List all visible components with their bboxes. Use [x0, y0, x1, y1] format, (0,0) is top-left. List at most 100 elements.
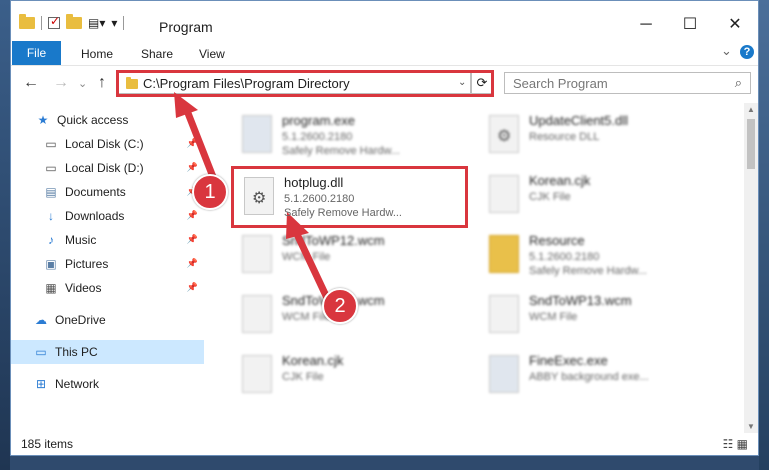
sidebar-item-pictures[interactable]: ▣ Pictures 📌	[43, 252, 204, 276]
back-button[interactable]: ←	[23, 74, 39, 92]
gear-icon: ⚙	[252, 190, 267, 207]
scroll-thumb[interactable]	[747, 119, 755, 169]
file-detail: WCM File	[282, 251, 331, 263]
file-name: Korean.cjk	[282, 353, 344, 368]
file-icon	[489, 175, 519, 213]
sidebar-item-label: Downloads	[65, 209, 125, 223]
search-input[interactable]: Search Program ⌕	[504, 72, 751, 94]
list-item-hotplug-dll[interactable]: ⚙ hotplug.dll 5.1.2600.2180 Safely Remov…	[230, 169, 460, 221]
file-icon	[242, 355, 272, 393]
sidebar-item-local-disk-d[interactable]: ▭ Local Disk (D:) 📌	[43, 156, 204, 180]
file-list: program.exe 5.1.2600.2180 Safely Remove …	[214, 103, 744, 433]
tab-share[interactable]: Share	[141, 47, 173, 61]
file-name: hotplug.dll	[284, 175, 344, 190]
videos-icon: ▦	[45, 281, 57, 295]
explorer-window: ▤▾ ▾ Program ─ ☐ ✕ File Home Share View …	[10, 0, 759, 456]
vertical-scrollbar[interactable]: ▲ ▼	[744, 103, 758, 433]
exe-file-icon	[242, 115, 272, 153]
file-detail: 5.1.2600.2180	[284, 193, 355, 205]
forward-button[interactable]: →	[53, 74, 69, 92]
folder-icon	[19, 14, 35, 29]
sidebar-item-downloads[interactable]: ↓ Downloads 📌	[43, 204, 204, 228]
file-detail: 5.1.2600.2180	[282, 131, 353, 143]
folder-icon	[489, 235, 519, 273]
list-item[interactable]: FineExec.exe ABBY background exe...	[475, 347, 705, 399]
network-icon: ⊞	[35, 377, 47, 391]
address-highlight-box	[116, 70, 494, 97]
tab-home[interactable]: Home	[81, 47, 113, 61]
file-icon	[242, 295, 272, 333]
desktop-edge-left	[0, 0, 10, 470]
sidebar-item-documents[interactable]: ▤ Documents 📌	[43, 180, 204, 204]
sidebar-item-music[interactable]: ♪ Music 📌	[43, 228, 204, 252]
view-toggle-icons[interactable]: ☷ ▦	[723, 437, 748, 451]
callout-two: 2	[322, 288, 358, 324]
minimize-button[interactable]: ─	[631, 13, 661, 37]
pin-icon[interactable]: 📌	[187, 210, 198, 221]
ribbon-expand-icon[interactable]: ⌄	[721, 43, 732, 59]
divider	[123, 16, 125, 30]
quick-access-toolbar: ▤▾ ▾	[19, 14, 125, 30]
up-button[interactable]: ↑	[98, 74, 106, 92]
sidebar-item-label: Quick access	[57, 113, 129, 127]
navigation-pane: ★ Quick access ▭ Local Disk (C:) 📌 ▭ Loc…	[11, 103, 214, 433]
tab-file[interactable]: File	[12, 41, 61, 65]
file-name: FineExec.exe	[529, 353, 608, 368]
sidebar-item-label: Pictures	[65, 257, 109, 271]
list-item[interactable]: program.exe 5.1.2600.2180 Safely Remove …	[228, 107, 458, 159]
maximize-button[interactable]: ☐	[675, 13, 705, 37]
list-item[interactable]: SndToWP13.wcm WCM File	[475, 287, 705, 339]
list-item[interactable]: ⚙ UpdateClient5.dll Resource DLL	[475, 107, 705, 159]
callout-one: 1	[192, 174, 228, 210]
file-name: program.exe	[282, 113, 355, 128]
file-name: SndToWP13.wcm	[529, 293, 632, 308]
exe-file-icon	[489, 355, 519, 393]
pin-icon[interactable]: 📌	[187, 162, 198, 173]
music-icon: ♪	[48, 233, 54, 247]
list-item[interactable]: Korean.cjk CJK File	[228, 347, 458, 399]
sidebar-item-quick-access[interactable]: ★ Quick access	[35, 108, 228, 132]
sidebar-item-videos[interactable]: ▦ Videos 📌	[43, 276, 204, 300]
sidebar-item-local-disk-c[interactable]: ▭ Local Disk (C:) 📌	[43, 132, 204, 156]
scroll-down-icon[interactable]: ▼	[747, 422, 755, 431]
star-icon: ★	[37, 113, 49, 127]
window-title: Program	[159, 19, 213, 35]
file-type: Safely Remove Hardw...	[529, 265, 647, 277]
file-detail: WCM File	[529, 311, 578, 323]
file-name: SndToWP12.wcm	[282, 233, 385, 248]
pin-icon[interactable]: 📌	[187, 258, 198, 269]
blurred-files: program.exe 5.1.2600.2180 Safely Remove …	[214, 103, 744, 433]
file-icon	[242, 235, 272, 273]
scroll-up-icon[interactable]: ▲	[747, 105, 755, 114]
dll-file-icon: ⚙	[244, 177, 274, 215]
recent-locations-button[interactable]: ⌄	[78, 77, 87, 90]
customize-toolbar-icon[interactable]: ▤▾	[88, 16, 105, 30]
help-icon[interactable]: ?	[740, 45, 754, 59]
sidebar-item-label: Local Disk (C:)	[65, 137, 144, 151]
sidebar-item-network[interactable]: ⊞ Network	[33, 372, 226, 396]
tab-view[interactable]: View	[199, 47, 225, 61]
search-icon: ⌕	[734, 75, 742, 90]
download-icon: ↓	[48, 209, 54, 223]
file-type: Safely Remove Hardw...	[282, 145, 400, 157]
pin-icon[interactable]: 📌	[187, 282, 198, 293]
toolbar-dropdown-icon[interactable]: ▾	[111, 16, 117, 30]
list-item[interactable]: Resource 5.1.2600.2180 Safely Remove Har…	[475, 227, 705, 279]
divider	[41, 16, 42, 30]
sidebar-item-label: Network	[55, 377, 100, 391]
pin-icon[interactable]: 📌	[187, 234, 198, 245]
drive-icon: ▭	[45, 137, 57, 151]
cloud-icon: ☁	[35, 313, 47, 327]
properties-icon[interactable]	[48, 14, 60, 29]
list-item[interactable]: Korean.cjk CJK File	[475, 167, 705, 219]
new-folder-icon[interactable]	[66, 14, 82, 29]
list-item[interactable]: SndToWP12.wcm WCM File	[228, 227, 458, 279]
sidebar-item-label: Music	[65, 233, 97, 247]
sidebar-item-this-pc[interactable]: ▭ This PC	[11, 340, 204, 364]
sidebar-item-onedrive[interactable]: ☁ OneDrive	[33, 308, 226, 332]
gear-icon: ⚙	[497, 128, 512, 145]
sidebar-item-label: OneDrive	[55, 313, 106, 327]
sidebar-item-label: Documents	[65, 185, 126, 199]
close-button[interactable]: ✕	[720, 13, 750, 37]
pin-icon[interactable]: 📌	[187, 138, 198, 149]
